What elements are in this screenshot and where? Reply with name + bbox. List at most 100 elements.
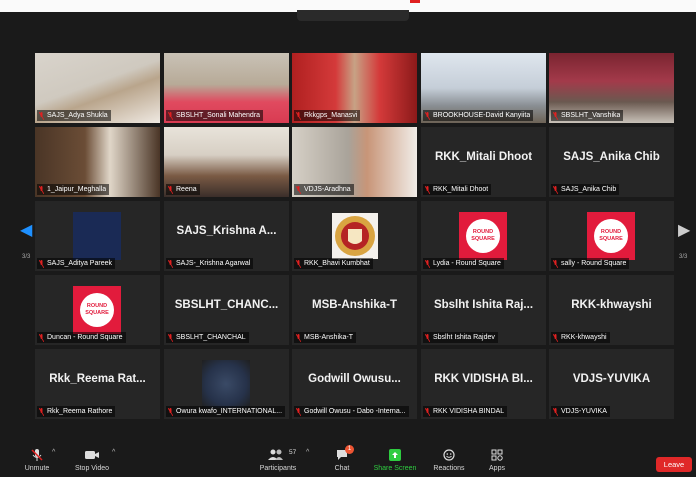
participant-display-name: RKK-khwayshi (571, 299, 652, 311)
previous-page-icon[interactable]: ◀ (20, 220, 32, 240)
participant-name-text: RKK VIDISHA BINDAL (433, 408, 505, 415)
leave-button[interactable]: Leave (656, 457, 692, 472)
participant-display-name: Godwill Owusu... (308, 373, 401, 385)
muted-mic-icon (39, 111, 44, 120)
participant-name-label: 1_Jaipur_Meghalla (37, 184, 110, 195)
round-square-logo-text: ROUND SQUARE (594, 219, 628, 253)
muted-mic-icon (296, 185, 301, 194)
audio-options-chevron-icon[interactable]: ^ (52, 449, 55, 456)
reactions-button[interactable]: Reactions (432, 440, 466, 477)
participant-name-text: sally - Round Square (561, 260, 627, 267)
participant-tile[interactable]: ROUND SQUARE Duncan - Round Square (35, 275, 160, 345)
zoom-meeting-window: SAJS_Adya Shukla SBSLHT_Sonali Mahendra Rk… (0, 0, 696, 477)
next-page-icon[interactable]: ▶ (678, 220, 690, 240)
participant-tile[interactable]: 1_Jaipur_Meghalla (35, 127, 160, 197)
participant-tile[interactable]: SAJS_Anika Chib SAJS_Anika Chib (549, 127, 674, 197)
apps-button[interactable]: Apps (482, 440, 512, 477)
participant-tile[interactable]: Sbslht Ishita Raj... Sbslht Ishita Rajdev (421, 275, 546, 345)
muted-mic-icon (425, 259, 430, 268)
participant-tile[interactable]: SBSLHT_Vanshika (549, 53, 674, 123)
participant-display-name: SAJS_Krishna A... (176, 225, 277, 237)
participant-name-text: Owura kwafo_INTERNATIONAL... (176, 408, 283, 415)
participant-tile[interactable]: RKK_Bhavi Kumbhat (292, 201, 417, 271)
muted-mic-icon (296, 333, 301, 342)
participant-display-name: MSB-Anshika-T (312, 299, 397, 311)
participant-tile[interactable]: RKK VIDISHA BI... RKK VIDISHA BINDAL (421, 349, 546, 419)
participant-tile[interactable]: VDJS-Aradhna (292, 127, 417, 197)
participant-tile[interactable]: Rkk_Reema Rat... Rkk_Reema Rathore (35, 349, 160, 419)
participant-name-text: Reena (176, 186, 197, 193)
participant-display-name: RKK_Mitali Dhoot (434, 151, 533, 163)
muted-mic-icon (296, 111, 301, 120)
participants-count: 57 (289, 449, 297, 456)
participant-name-text: RKK-khwayshi (561, 334, 607, 341)
participant-tile[interactable]: RKK_Mitali Dhoot RKK_Mitali Dhoot (421, 127, 546, 197)
muted-mic-icon (168, 111, 173, 120)
muted-mic-icon (553, 407, 558, 416)
participant-name-text: Rkkgps_Manasvi (304, 112, 358, 119)
meeting-toolbar: Unmute ^ Stop Video ^ Participants 57 ^ (0, 440, 696, 477)
participant-name-text: VDJS-YUVIKA (561, 408, 607, 415)
round-square-logo: ROUND SQUARE (587, 212, 635, 260)
participant-name-label: SAJS_Adya Shukla (37, 110, 111, 121)
participant-tile[interactable]: ROUND SQUARE sally - Round Square (549, 201, 674, 271)
muted-mic-icon (39, 407, 44, 416)
participant-tile[interactable]: SAJS_Adya Shukla (35, 53, 160, 123)
unmute-button[interactable]: Unmute (20, 440, 54, 477)
participant-tile[interactable]: BROOKHOUSE-David Kanyiita (421, 53, 546, 123)
smiley-plus-icon (443, 449, 455, 461)
participant-tile[interactable]: Owura kwafo_INTERNATIONAL... (164, 349, 289, 419)
participant-tile[interactable]: ROUND SQUARE Lydia - Round Square (421, 201, 546, 271)
muted-mic-icon (39, 185, 44, 194)
page-indicator-right: 3/3 (679, 254, 688, 260)
participant-tile[interactable]: MSB-Anshika-T MSB-Anshika-T (292, 275, 417, 345)
participant-name-text: SBSLHT_CHANCHAL (176, 334, 246, 341)
participant-name-label: VDJS-YUVIKA (551, 406, 610, 417)
recording-indicator (410, 0, 420, 3)
participant-name-text: SAJS-_Krishna Agarwal (176, 260, 251, 267)
participant-tile[interactable]: SAJS_Krishna A... SAJS-_Krishna Agarwal (164, 201, 289, 271)
muted-mic-icon (553, 185, 558, 194)
participant-tile[interactable]: RKK-khwayshi RKK-khwayshi (549, 275, 674, 345)
participant-name-label: RKK-khwayshi (551, 332, 610, 343)
participant-display-name: SBSLHT_CHANC... (174, 299, 279, 311)
muted-mic-icon (168, 185, 173, 194)
participant-name-label: SBSLHT_Vanshika (551, 110, 624, 121)
participant-name-label: SAJS-_Krishna Agarwal (166, 258, 254, 269)
participants-button[interactable]: Participants (258, 440, 298, 477)
participant-display-name: RKK VIDISHA BI... (434, 373, 533, 385)
participant-tile[interactable]: Rkkgps_Manasvi (292, 53, 417, 123)
participants-options-chevron-icon[interactable]: ^ (306, 449, 309, 456)
view-options-bar[interactable] (297, 10, 409, 21)
video-options-chevron-icon[interactable]: ^ (112, 449, 115, 456)
round-square-logo: ROUND SQUARE (459, 212, 507, 260)
participant-name-label: Rkk_Reema Rathore (37, 406, 116, 417)
participant-tile[interactable]: SBSLHT_Sonali Mahendra (164, 53, 289, 123)
participant-tile[interactable]: SAJS_Aditya Pareek (35, 201, 160, 271)
participant-name-label: sally - Round Square (551, 258, 630, 269)
participant-video (332, 213, 378, 259)
muted-mic-icon (425, 333, 430, 342)
share-screen-button[interactable]: Share Screen (372, 440, 418, 477)
participant-name-label: Reena (166, 184, 200, 195)
participant-name-label: Duncan - Round Square (37, 332, 126, 343)
participant-tile[interactable]: Reena (164, 127, 289, 197)
participant-name-label: SAJS_Aditya Pareek (37, 258, 115, 269)
muted-mic-icon (39, 333, 44, 342)
participant-tile[interactable]: SBSLHT_CHANC... SBSLHT_CHANCHAL (164, 275, 289, 345)
participant-tile[interactable]: VDJS-YUVIKA VDJS-YUVIKA (549, 349, 674, 419)
participant-video (202, 360, 250, 408)
participant-name-label: SBSLHT_Sonali Mahendra (166, 110, 264, 121)
participant-name-text: SAJS_Anika Chib (561, 186, 617, 193)
participant-name-text: BROOKHOUSE-David Kanyiita (433, 112, 531, 119)
muted-mic-icon (425, 407, 430, 416)
participant-name-label: Sbslht Ishita Rajdev (423, 332, 498, 343)
muted-mic-icon (425, 185, 430, 194)
participant-name-label: RKK VIDISHA BINDAL (423, 406, 508, 417)
participant-name-text: SBSLHT_Sonali Mahendra (176, 112, 261, 119)
chat-unread-badge: 1 (345, 445, 354, 454)
muted-mic-icon (39, 259, 44, 268)
participant-name-label: RKK_Bhavi Kumbhat (294, 258, 373, 269)
stop-video-button[interactable]: Stop Video (72, 440, 112, 477)
participant-tile[interactable]: Godwill Owusu... Godwill Owusu - Dabo -In… (292, 349, 417, 419)
